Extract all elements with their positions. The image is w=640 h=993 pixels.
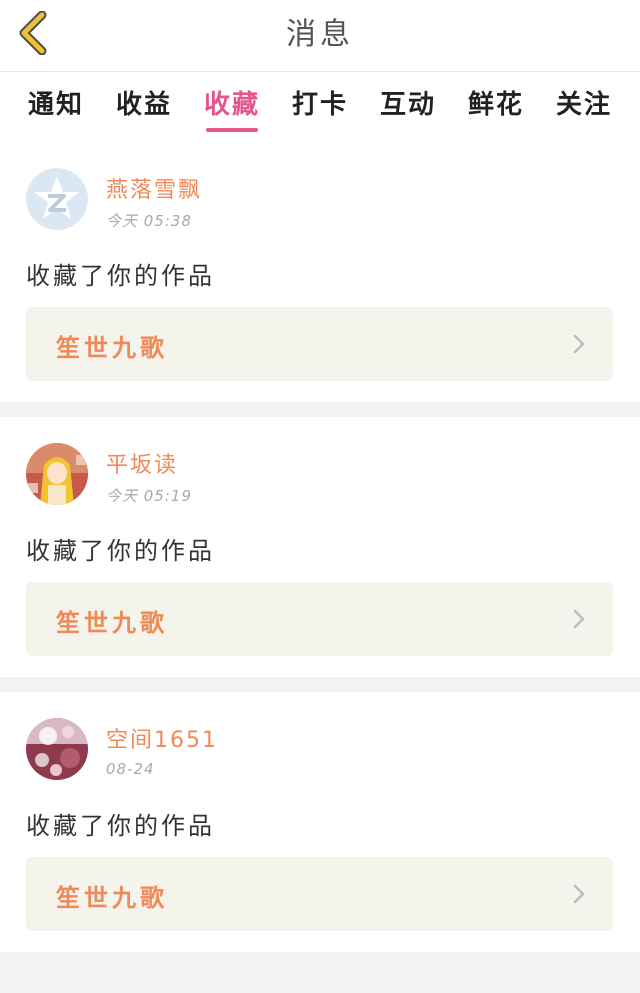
timestamp: 今天 05:38 xyxy=(106,212,192,230)
action-text: 收藏了你的作品 xyxy=(26,537,215,565)
floral-avatar-icon xyxy=(26,718,88,780)
username[interactable]: 燕落雪飘 xyxy=(106,172,202,204)
tab-interaction[interactable]: 互动 xyxy=(376,84,440,132)
page-title: 消息 xyxy=(286,17,354,52)
message-card: 平坂读 今天 05:19 收藏了你的作品 笙世九歌 xyxy=(0,417,640,677)
tab-flowers[interactable]: 鲜花 xyxy=(464,84,528,132)
avatar[interactable] xyxy=(26,168,88,230)
message-card: 空间1651 08-24 收藏了你的作品 笙世九歌 xyxy=(0,692,640,952)
top-bar: 消息 xyxy=(0,0,640,72)
timestamp: 今天 05:19 xyxy=(106,487,192,505)
active-tab-indicator xyxy=(206,128,258,132)
tab-favorites-label: 收藏 xyxy=(203,90,260,120)
work-link[interactable]: 笙世九歌 xyxy=(26,307,613,381)
work-title: 笙世九歌 xyxy=(56,609,168,637)
timestamp: 08-24 xyxy=(106,760,155,778)
tab-following[interactable]: 关注 xyxy=(552,84,616,132)
message-card: 燕落雪飘 今天 05:38 收藏了你的作品 笙世九歌 xyxy=(0,142,640,402)
tab-checkin[interactable]: 打卡 xyxy=(288,84,352,132)
work-title: 笙世九歌 xyxy=(56,334,168,362)
chevron-right-icon xyxy=(573,609,585,629)
tab-bar: 通知 收益 收藏 打卡 互动 鲜花 关注 xyxy=(0,72,640,142)
action-text: 收藏了你的作品 xyxy=(26,812,215,840)
avatar[interactable] xyxy=(26,443,88,505)
tab-favorites[interactable]: 收藏 xyxy=(200,84,264,132)
work-link[interactable]: 笙世九歌 xyxy=(26,857,613,931)
chevron-right-icon xyxy=(573,334,585,354)
work-title: 笙世九歌 xyxy=(56,884,168,912)
username[interactable]: 空间1651 xyxy=(106,722,218,754)
tab-notifications[interactable]: 通知 xyxy=(24,84,88,132)
work-link[interactable]: 笙世九歌 xyxy=(26,582,613,656)
action-text: 收藏了你的作品 xyxy=(26,262,215,290)
anime-girl-avatar-icon xyxy=(26,443,88,505)
tab-earnings[interactable]: 收益 xyxy=(112,84,176,132)
avatar[interactable] xyxy=(26,718,88,780)
username[interactable]: 平坂读 xyxy=(106,447,178,479)
qq-star-avatar-icon xyxy=(26,168,88,230)
chevron-right-icon xyxy=(573,884,585,904)
